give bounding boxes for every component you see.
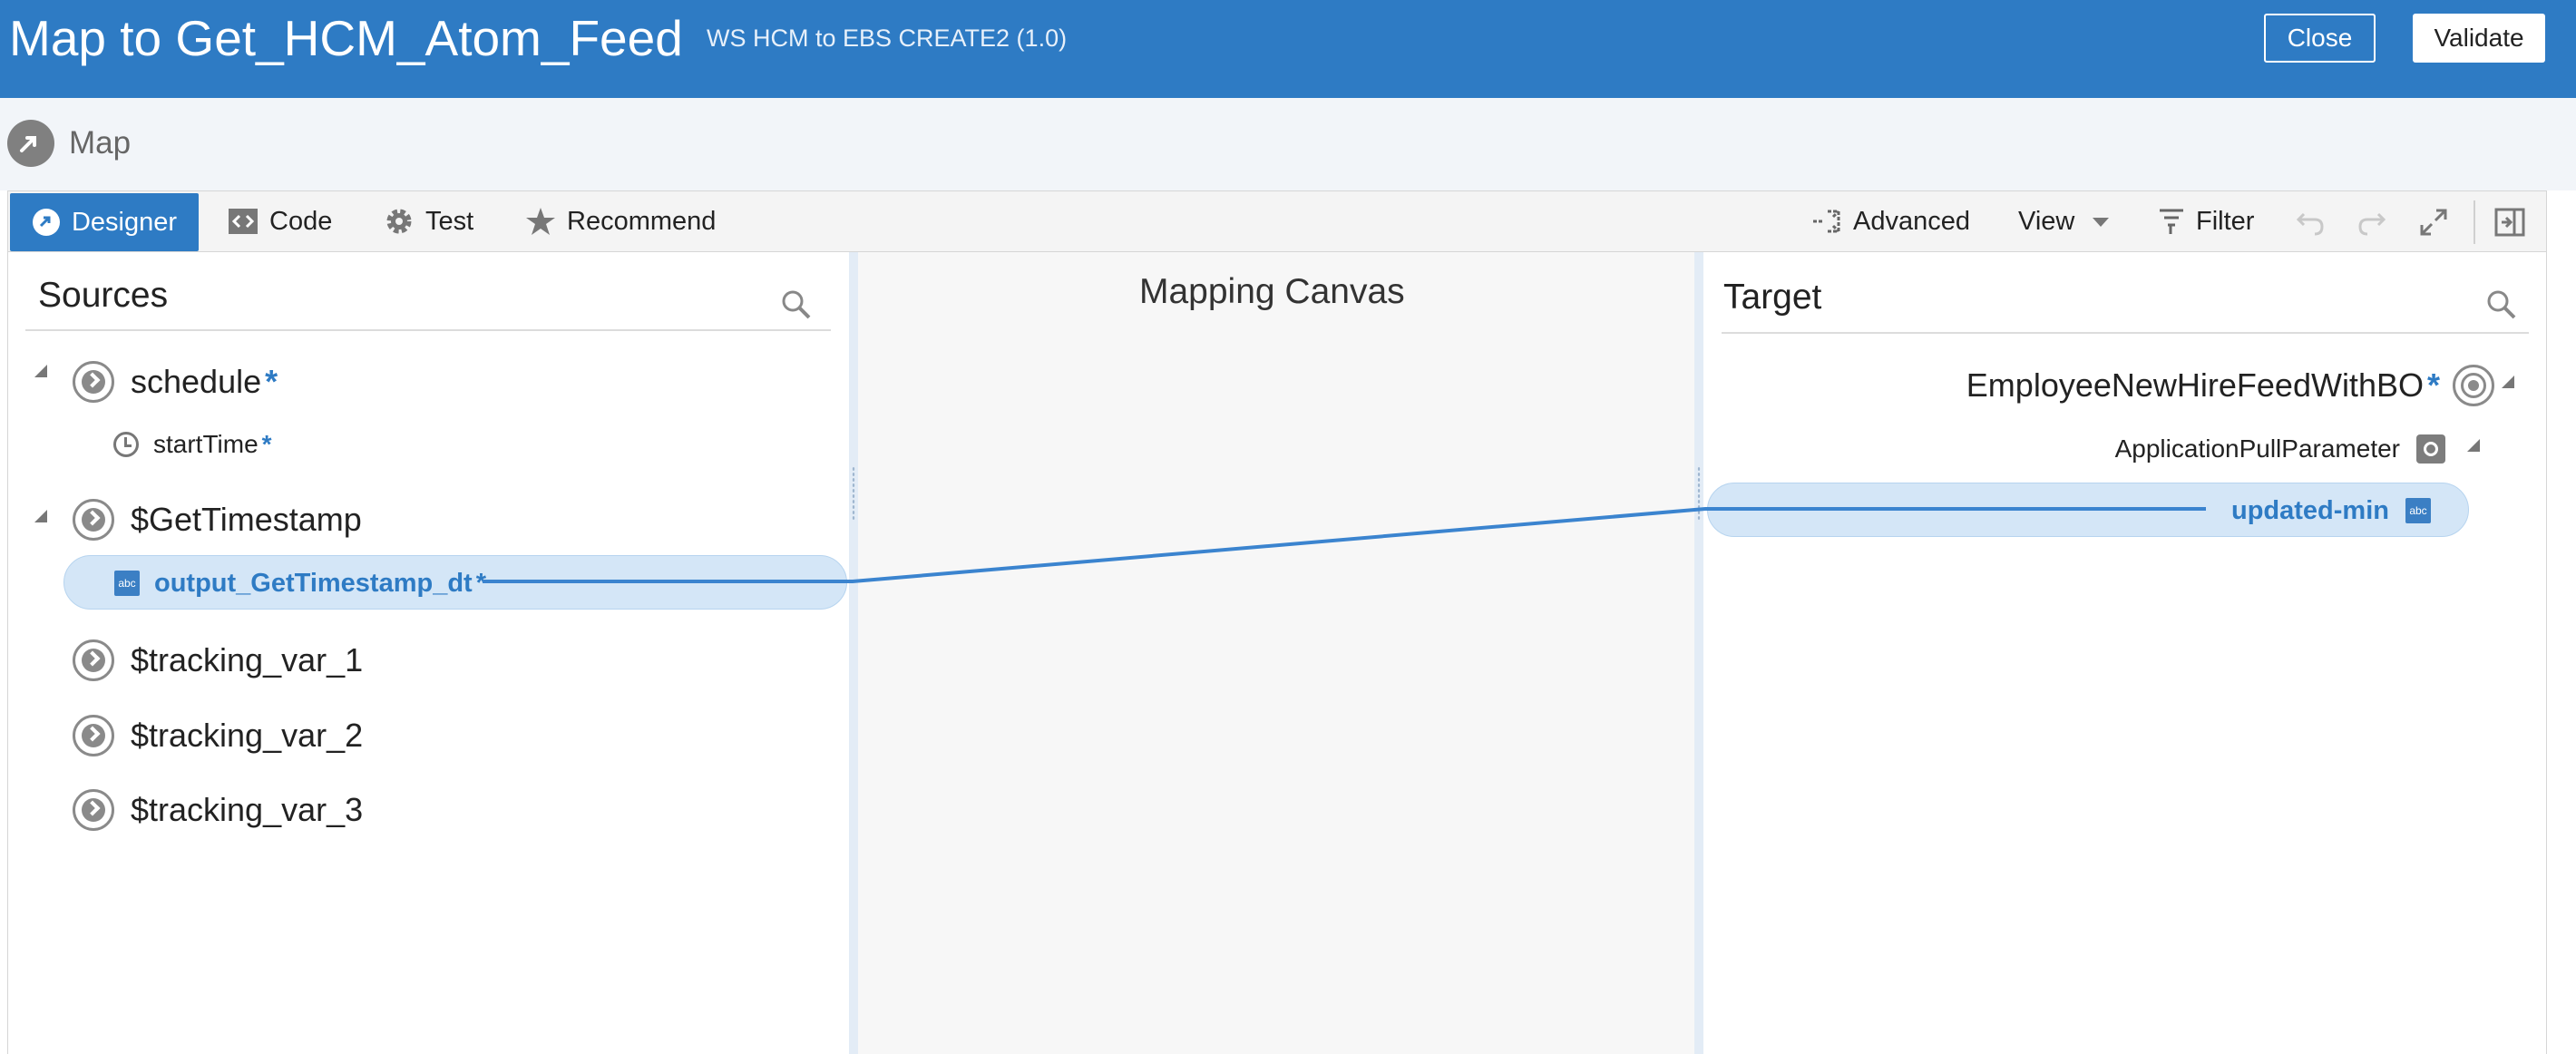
toolbar-divider: [2474, 200, 2475, 244]
tab-code[interactable]: Code: [228, 191, 332, 251]
circle-chevron-icon: [73, 499, 114, 541]
node-label: $tracking_var_3: [131, 791, 364, 828]
target-icon: [2453, 365, 2494, 406]
view-dropdown[interactable]: View: [2018, 191, 2114, 251]
sources-title: Sources: [38, 276, 169, 315]
source-node-tracking-var-2[interactable]: $tracking_var_2: [73, 714, 363, 757]
tab-designer[interactable]: Designer: [10, 193, 199, 251]
filter-button[interactable]: Filter: [2158, 191, 2254, 251]
node-label: $tracking_var_1: [131, 641, 364, 678]
undo-icon[interactable]: [2292, 204, 2328, 240]
mapping-canvas: [858, 252, 1694, 1054]
target-expander-root[interactable]: [2502, 376, 2514, 388]
map-label-row: Map: [0, 98, 2576, 190]
node-label: updated-min: [2231, 495, 2389, 525]
tree-expander-gettimestamp[interactable]: [34, 510, 47, 522]
expand-triangle-icon: [2502, 376, 2514, 388]
source-node-tracking-var-1[interactable]: $tracking_var_1: [73, 639, 363, 682]
filter-label: Filter: [2196, 206, 2255, 236]
circle-chevron-icon: [73, 361, 114, 403]
tab-recommend[interactable]: Recommend: [525, 191, 716, 251]
target-title: Target: [1723, 278, 1822, 317]
circle-chevron-icon: [73, 639, 114, 681]
sources-search-icon[interactable]: [780, 288, 813, 326]
required-marker: *: [261, 430, 272, 458]
mapper-toolbar: Designer Code Test Recommend Advanced Vi…: [7, 190, 2547, 252]
integration-subtitle: WS HCM to EBS CREATE2 (1.0): [707, 24, 1068, 52]
right-splitter[interactable]: [1694, 252, 1703, 1054]
target-node-employeenewhirefeedwithbo[interactable]: EmployeeNewHireFeedWithBO *: [1950, 364, 2494, 407]
filter-icon: [2160, 209, 2183, 234]
abc-icon: abc: [114, 571, 140, 596]
redo-icon[interactable]: [2354, 204, 2390, 240]
circle-chevron-icon: [73, 789, 114, 831]
target-node-applicationpullparameter[interactable]: ApplicationPullParameter: [1995, 434, 2445, 464]
advanced-label: Advanced: [1853, 206, 1970, 236]
expand-triangle-icon: [2467, 439, 2480, 452]
source-node-output-gettimestamp-dt[interactable]: abc output_GetTimestamp_dt *: [114, 568, 487, 598]
node-label: ApplicationPullParameter: [2114, 434, 2400, 463]
expand-icon[interactable]: [2415, 204, 2452, 240]
tab-recommend-label: Recommend: [567, 206, 717, 236]
map-icon: [7, 120, 54, 167]
node-label: output_GetTimestamp_dt: [154, 568, 473, 598]
node-label: startTime: [153, 430, 259, 458]
expand-triangle-icon: [34, 510, 47, 522]
clock-icon: [113, 432, 139, 457]
canvas-title: Mapping Canvas: [1139, 272, 1405, 311]
target-divider: [1722, 332, 2529, 334]
expand-triangle-icon: [34, 365, 47, 377]
tree-expander-schedule[interactable]: [34, 365, 47, 377]
advanced-button[interactable]: Advanced: [1811, 191, 1970, 251]
collapse-panel-icon[interactable]: [2492, 204, 2528, 240]
close-button[interactable]: Close: [2264, 14, 2376, 63]
node-label: EmployeeNewHireFeedWithBO: [1966, 366, 2424, 404]
tab-designer-label: Designer: [71, 207, 178, 237]
tab-test-label: Test: [425, 206, 474, 236]
source-node-schedule[interactable]: schedule *: [73, 360, 278, 404]
sources-divider: [25, 329, 831, 331]
gear-icon: [386, 209, 412, 234]
page-title: Map to Get_HCM_Atom_Feed: [9, 10, 683, 66]
star-icon: [526, 208, 555, 235]
source-node-tracking-var-3[interactable]: $tracking_var_3: [73, 788, 363, 832]
left-splitter-grip[interactable]: [852, 466, 855, 521]
target-search-icon[interactable]: [2485, 288, 2518, 326]
circle-chevron-icon: [73, 715, 114, 756]
target-expander-param[interactable]: [2467, 439, 2480, 452]
required-marker: *: [265, 363, 278, 400]
source-node-starttime[interactable]: startTime *: [113, 430, 272, 459]
header-bar: Map to Get_HCM_Atom_Feed WS HCM to EBS C…: [0, 0, 2576, 98]
chevron-down-icon: [2093, 218, 2110, 227]
required-marker: *: [475, 568, 487, 598]
advanced-icon: [1813, 210, 1840, 233]
target-node-updated-min[interactable]: updated-min abc: [2086, 495, 2431, 525]
abc-icon: abc: [2405, 498, 2431, 523]
required-marker: *: [2426, 366, 2440, 404]
map-label: Map: [69, 125, 132, 161]
node-label: $GetTimestamp: [131, 501, 362, 538]
left-splitter[interactable]: [849, 252, 858, 1054]
tab-test[interactable]: Test: [384, 191, 473, 251]
code-icon: [229, 209, 258, 234]
validate-button[interactable]: Validate: [2413, 14, 2545, 63]
tab-code-label: Code: [269, 206, 333, 236]
square-target-icon: [2416, 434, 2445, 464]
node-label: schedule: [131, 363, 262, 400]
node-label: $tracking_var_2: [131, 717, 364, 754]
view-label: View: [2018, 206, 2075, 236]
source-node-gettimestamp[interactable]: $GetTimestamp: [73, 498, 362, 542]
designer-icon: [32, 209, 60, 236]
right-splitter-grip[interactable]: [1697, 466, 1701, 521]
